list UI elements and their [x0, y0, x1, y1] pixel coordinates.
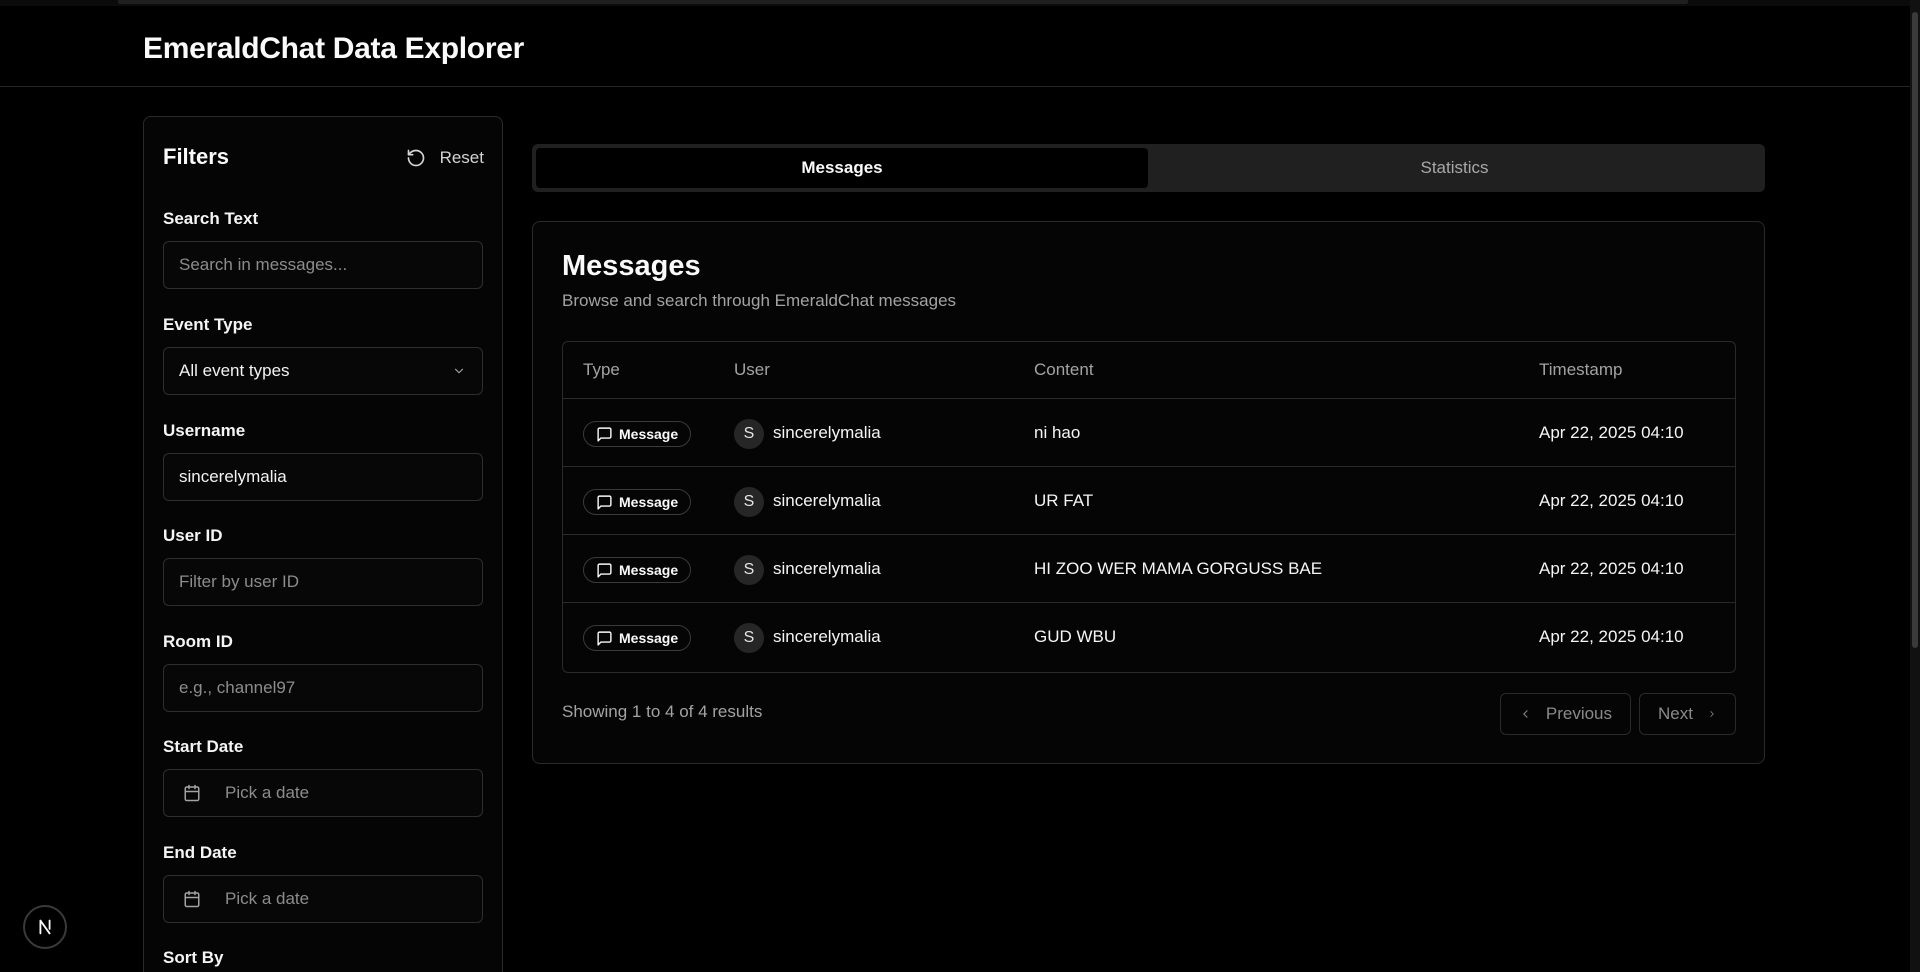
avatar: S	[734, 623, 764, 653]
filters-panel: Filters Reset Search Text Search in mess…	[143, 116, 503, 972]
end-date-picker[interactable]: Pick a date	[163, 875, 483, 923]
room-id-input[interactable]: e.g., channel97	[163, 664, 483, 712]
messages-subtitle: Browse and search through EmeraldChat me…	[562, 291, 957, 310]
message-square-icon	[597, 562, 612, 578]
messages-table: Type User Content Timestamp Message S si…	[562, 341, 1736, 673]
type-badge: Message	[583, 421, 692, 447]
results-count: Showing 1 to 4 of 4 results	[562, 702, 763, 721]
type-badge: Message	[583, 557, 692, 583]
nextjs-logo-icon[interactable]	[23, 905, 67, 949]
column-header-type: Type	[583, 360, 620, 379]
start-date-picker[interactable]: Pick a date	[163, 769, 483, 817]
app-title: EmeraldChat Data Explorer	[143, 32, 524, 65]
view-tabs: Messages Statistics	[532, 144, 1765, 192]
rotate-ccw-icon	[407, 149, 424, 167]
end-date-placeholder: Pick a date	[225, 889, 310, 908]
table-row[interactable]: Message S sincerelymalia ni hao Apr 22, …	[563, 399, 1735, 467]
column-header-content: Content	[1034, 360, 1094, 379]
avatar: S	[734, 419, 764, 449]
type-badge-label: Message	[619, 494, 679, 510]
sort-by-label: Sort By	[163, 948, 224, 967]
scrollbar-thumb[interactable]	[1912, 12, 1918, 648]
content-cell: UR FAT	[1034, 491, 1094, 510]
username-label: Username	[163, 421, 246, 440]
type-badge-label: Message	[619, 562, 679, 578]
timestamp-cell: Apr 22, 2025 04:10	[1539, 627, 1684, 646]
username-input[interactable]: sincerelymalia	[163, 453, 483, 501]
search-text-label: Search Text	[163, 209, 259, 228]
message-square-icon	[597, 494, 612, 510]
user-id-label: User ID	[163, 526, 223, 545]
timestamp-cell: Apr 22, 2025 04:10	[1539, 491, 1684, 510]
n-glyph-icon	[39, 919, 51, 935]
previous-label: Previous	[1545, 704, 1612, 723]
type-badge: Message	[583, 625, 692, 651]
event-type-value: All event types	[179, 361, 290, 380]
start-date-placeholder: Pick a date	[225, 783, 310, 802]
messages-title: Messages	[562, 250, 701, 282]
table-row[interactable]: Message S sincerelymalia GUD WBU Apr 22,…	[563, 603, 1735, 671]
room-id-label: Room ID	[163, 632, 233, 651]
chevron-right-icon	[1710, 711, 1714, 717]
reset-button[interactable]: Reset	[406, 143, 484, 173]
type-badge: Message	[583, 489, 692, 515]
type-badge-label: Message	[619, 426, 679, 442]
column-header-timestamp: Timestamp	[1539, 360, 1623, 379]
message-square-icon	[597, 426, 612, 442]
search-input[interactable]: Search in messages...	[163, 241, 483, 289]
start-date-label: Start Date	[163, 737, 244, 756]
previous-page-button[interactable]: Previous	[1500, 693, 1631, 735]
end-date-label: End Date	[163, 843, 237, 862]
user-id-input[interactable]: Filter by user ID	[163, 558, 483, 606]
username-cell: sincerelymalia	[773, 491, 881, 510]
calendar-icon	[184, 890, 200, 908]
calendar-icon	[184, 784, 200, 802]
reset-label: Reset	[439, 148, 484, 167]
type-badge-label: Message	[619, 630, 679, 646]
username-cell: sincerelymalia	[773, 423, 881, 442]
avatar: S	[734, 487, 764, 517]
next-label: Next	[1658, 704, 1693, 723]
column-header-user: User	[734, 360, 770, 379]
content-cell: HI ZOO WER MAMA GORGUSS BAE	[1034, 559, 1323, 578]
table-header: Type User Content Timestamp	[563, 342, 1735, 399]
content-cell: ni hao	[1034, 423, 1081, 442]
filters-title: Filters	[163, 144, 230, 169]
table-row[interactable]: Message S sincerelymalia UR FAT Apr 22, …	[563, 467, 1735, 535]
username-cell: sincerelymalia	[773, 559, 881, 578]
content-cell: GUD WBU	[1034, 627, 1117, 646]
message-square-icon	[597, 630, 612, 646]
page-scrollbar[interactable]	[1910, 0, 1920, 972]
tab-messages[interactable]: Messages	[536, 148, 1148, 188]
event-type-select[interactable]: All event types	[163, 347, 483, 395]
chevron-down-icon	[454, 368, 464, 374]
table-row[interactable]: Message S sincerelymalia HI ZOO WER MAMA…	[563, 535, 1735, 603]
app-header: EmeraldChat Data Explorer	[0, 6, 1910, 87]
timestamp-cell: Apr 22, 2025 04:10	[1539, 559, 1684, 578]
tab-statistics[interactable]: Statistics	[1148, 148, 1761, 188]
timestamp-cell: Apr 22, 2025 04:10	[1539, 423, 1684, 442]
messages-card: Messages Browse and search through Emera…	[532, 221, 1765, 764]
chevron-left-icon	[1523, 710, 1528, 718]
event-type-label: Event Type	[163, 315, 253, 334]
username-cell: sincerelymalia	[773, 627, 881, 646]
next-page-button[interactable]: Next	[1639, 693, 1736, 735]
avatar: S	[734, 555, 764, 585]
